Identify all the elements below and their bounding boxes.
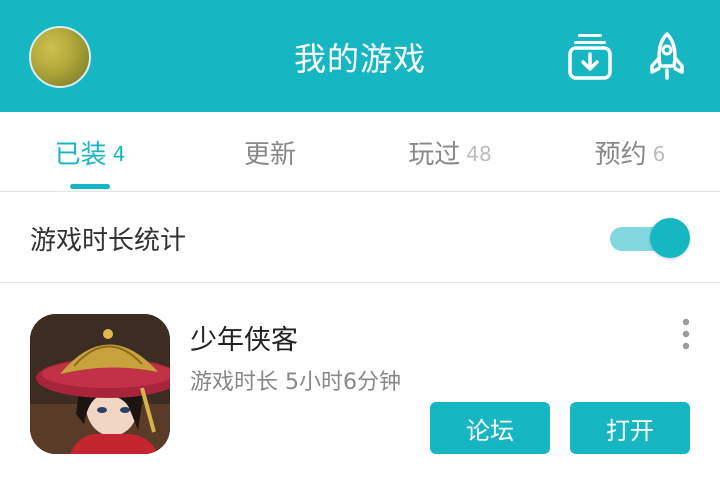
tab-reserved[interactable]: 预约 6 [540, 112, 720, 192]
more-options-icon[interactable] [676, 318, 696, 350]
tab-count: 4 [112, 141, 126, 166]
tab-label: 预约 [594, 139, 647, 170]
download-manager-icon[interactable] [568, 32, 612, 80]
open-game-button[interactable]: 打开 [570, 402, 690, 454]
tab-count: 48 [466, 141, 492, 166]
active-tab-indicator [70, 184, 110, 189]
tab-updates[interactable]: 更新 [180, 112, 360, 192]
tab-label: 更新 [243, 139, 296, 170]
tab-label: 已装 [54, 139, 107, 170]
tab-bar: 已装 4 更新 玩过 48 预约 6 [0, 112, 720, 192]
game-list-item[interactable]: 少年侠客 游戏时长 5小时6分钟 论坛 打开 [0, 284, 720, 479]
app-header: 我的游戏 [0, 0, 720, 112]
playtime-stats-toggle[interactable] [608, 218, 690, 258]
playtime-stats-label: 游戏时长统计 [30, 226, 187, 256]
game-title: 少年侠客 [190, 325, 298, 356]
toggle-knob [650, 218, 690, 258]
forum-button[interactable]: 论坛 [430, 402, 550, 454]
tab-played[interactable]: 玩过 48 [360, 112, 540, 192]
playtime-stats-row: 游戏时长统计 [0, 192, 720, 283]
game-playtime: 游戏时长 5小时6分钟 [190, 370, 401, 395]
tab-installed[interactable]: 已装 4 [0, 112, 180, 192]
tab-count: 6 [652, 141, 666, 166]
rocket-icon[interactable] [648, 32, 686, 80]
game-app-icon[interactable] [30, 314, 170, 454]
page-title: 我的游戏 [293, 40, 426, 78]
tab-label: 玩过 [408, 139, 461, 170]
